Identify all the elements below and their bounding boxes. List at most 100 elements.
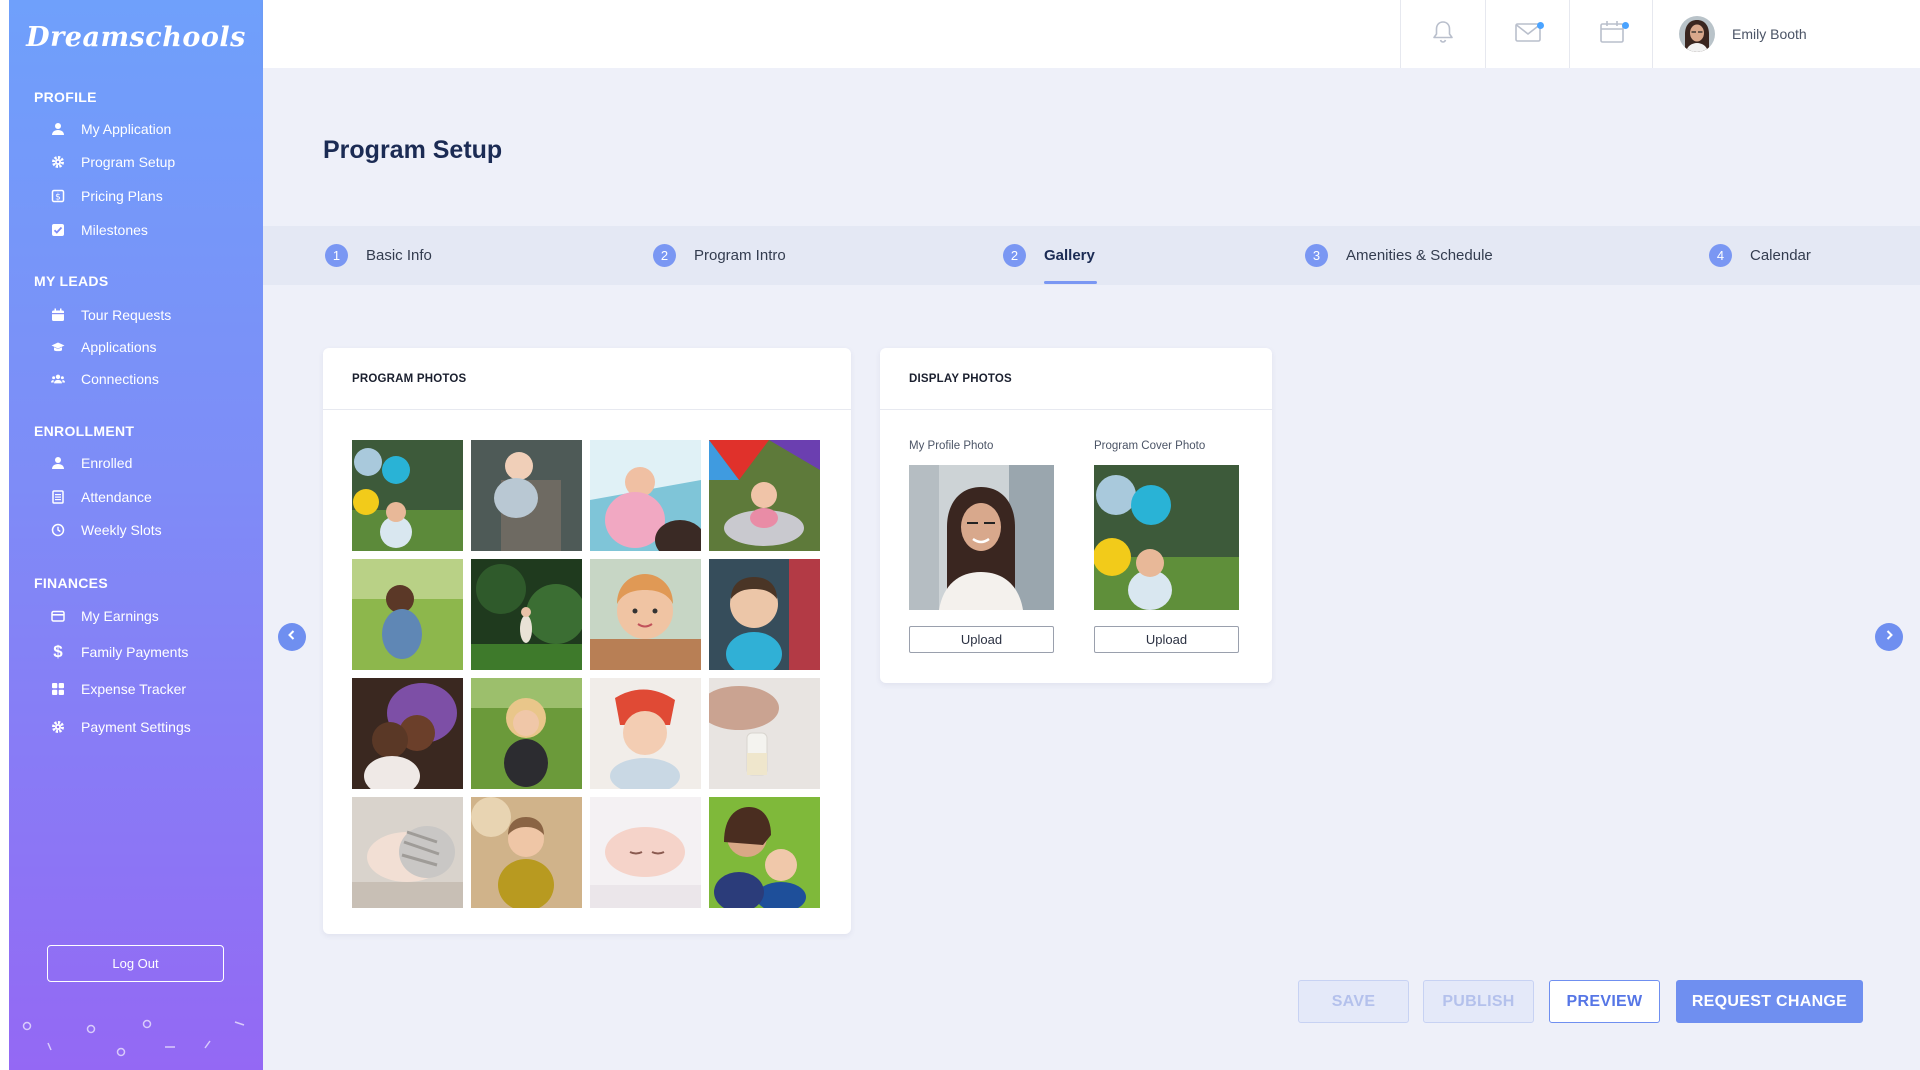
upload-cover-photo-button[interactable]: Upload [1094,626,1239,653]
sidebar-item-label: Expense Tracker [81,681,187,697]
sidebar-item-label: My Earnings [81,608,159,624]
tab-program-intro[interactable]: 2 Program Intro [653,226,786,285]
wallet-icon [49,607,67,625]
sidebar-item-label: Family Payments [81,644,189,660]
save-button[interactable]: SAVE [1298,980,1409,1023]
program-photo[interactable] [590,678,701,789]
sidebar-item-label: My Application [81,121,172,137]
upload-profile-photo-button[interactable]: Upload [909,626,1054,653]
dollar-square-icon: $ [49,187,67,205]
program-photo[interactable] [709,678,820,789]
program-photo[interactable] [709,559,820,670]
sidebar: Dreamschools PROFILE My Application Prog… [9,0,263,1070]
tab-label: Program Intro [694,247,786,264]
sidebar-item-my-application[interactable]: My Application [49,116,171,142]
step-number: 2 [653,244,676,267]
profile-photo [909,465,1054,610]
program-photo[interactable] [471,797,582,908]
chevron-right-icon [1883,628,1895,646]
tab-gallery[interactable]: 2 Gallery [1003,226,1095,285]
program-photo[interactable] [590,440,701,551]
sidebar-item-pricing-plans[interactable]: $ Pricing Plans [49,183,163,209]
sidebar-section-finances: FINANCES [34,575,108,591]
program-photo[interactable] [709,440,820,551]
program-photo[interactable] [352,797,463,908]
sidebar-item-enrolled[interactable]: Enrolled [49,450,132,476]
user-menu[interactable]: Emily Booth [1652,0,1920,68]
tab-basic-info[interactable]: 1 Basic Info [325,226,432,285]
sidebar-item-payment-settings[interactable]: Payment Settings [49,714,191,740]
messages-button[interactable] [1485,0,1569,68]
sidebar-item-label: Enrolled [81,455,133,471]
calendar-icon [49,306,67,324]
gallery-prev-button[interactable] [278,623,306,651]
sidebar-item-label: Pricing Plans [81,188,163,204]
gear-icon [49,718,67,736]
users-icon [49,370,67,388]
sidebar-item-label: Applications [81,339,157,355]
step-number: 3 [1305,244,1328,267]
program-photo[interactable] [709,797,820,908]
calendar-button[interactable] [1569,0,1653,68]
sidebar-item-label: Milestones [81,222,148,238]
program-photo[interactable] [590,797,701,908]
card-title: DISPLAY PHOTOS [880,348,1272,410]
app-root: Dreamschools PROFILE My Application Prog… [0,0,1920,1070]
sidebar-item-label: Payment Settings [81,719,191,735]
request-change-button[interactable]: REQUEST CHANGE [1676,980,1863,1023]
program-photo[interactable] [471,678,582,789]
cover-photo-label: Program Cover Photo [1094,440,1206,452]
sidebar-item-weekly-slots[interactable]: Weekly Slots [49,517,162,543]
unread-dot [1537,22,1544,29]
user-icon [49,120,67,138]
avatar [1679,16,1715,52]
chevron-left-icon [286,628,298,646]
logout-button[interactable]: Log Out [47,945,224,982]
tab-label: Calendar [1750,247,1811,264]
sidebar-item-connections[interactable]: Connections [49,366,159,392]
grid-icon [49,680,67,698]
svg-text:$: $ [55,193,61,203]
user-name: Emily Booth [1732,26,1807,42]
tab-label: Basic Info [366,247,432,264]
user-icon [49,454,67,472]
sidebar-item-my-earnings[interactable]: My Earnings [49,603,159,629]
cover-photo [1094,465,1239,610]
sidebar-item-program-setup[interactable]: Program Setup [49,149,175,175]
sidebar-item-label: Weekly Slots [81,522,162,538]
sidebar-item-label: Attendance [81,489,152,505]
sidebar-item-tour-requests[interactable]: Tour Requests [49,302,171,328]
tab-label: Gallery [1044,247,1095,264]
sidebar-item-expense-tracker[interactable]: Expense Tracker [49,676,186,702]
sidebar-item-applications[interactable]: Applications [49,334,157,360]
list-icon [49,488,67,506]
program-photo[interactable] [471,559,582,670]
tab-amenities-schedule[interactable]: 3 Amenities & Schedule [1305,226,1493,285]
program-photo[interactable] [471,440,582,551]
main-content: Program Setup 1 Basic Info 2 Program Int… [263,68,1920,1070]
program-photo[interactable] [352,440,463,551]
sidebar-item-attendance[interactable]: Attendance [49,484,152,510]
sidebar-item-family-payments[interactable]: $ Family Payments [49,639,188,665]
notifications-button[interactable] [1400,0,1484,68]
program-photo[interactable] [352,559,463,670]
program-photo[interactable] [590,559,701,670]
sidebar-section-enrollment: ENROLLMENT [34,423,135,439]
confetti-decoration [22,1019,245,1057]
step-number: 2 [1003,244,1026,267]
checkbox-icon [49,221,67,239]
display-photos-card: DISPLAY PHOTOS My Profile Photo Program … [880,348,1272,683]
preview-button[interactable]: PREVIEW [1549,980,1660,1023]
brand-logo[interactable]: Dreamschools [9,22,263,53]
tab-calendar[interactable]: 4 Calendar [1709,226,1811,285]
sidebar-item-milestones[interactable]: Milestones [49,217,148,243]
dollar-icon: $ [53,642,63,661]
program-photo[interactable] [352,678,463,789]
card-title: PROGRAM PHOTOS [323,348,851,410]
gallery-next-button[interactable] [1875,623,1903,651]
sidebar-item-label: Tour Requests [81,307,172,323]
publish-button[interactable]: PUBLISH [1423,980,1534,1023]
unread-dot [1622,22,1629,29]
calendar-icon [1599,19,1625,50]
graduation-cap-icon [49,338,67,356]
